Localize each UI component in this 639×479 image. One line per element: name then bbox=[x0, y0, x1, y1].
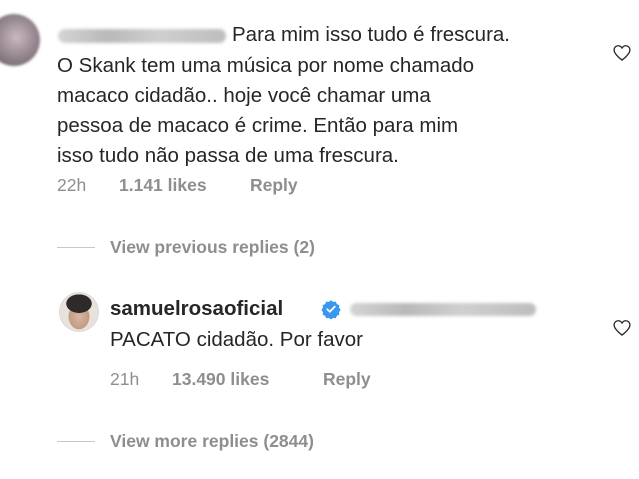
comment-text-line-4: pessoa de macaco é crime. Então para mim bbox=[57, 114, 459, 137]
verified-badge-icon bbox=[321, 300, 341, 319]
reply-likes-count[interactable]: 13.490 likes bbox=[172, 369, 269, 390]
comment-timestamp: 22h bbox=[57, 175, 87, 195]
comment-text-line-1: Para mim isso tudo é frescura. bbox=[232, 23, 510, 46]
comment-text-line-2: O Skank tem uma música por nome chamado bbox=[57, 54, 475, 77]
thread-divider bbox=[57, 247, 95, 248]
view-more-replies-link[interactable]: View more replies (2844) bbox=[110, 431, 314, 452]
comment-text-line-5: isso tudo não passa de uma frescura. bbox=[57, 144, 399, 167]
comment-reply-button[interactable]: Reply bbox=[250, 175, 298, 196]
thread-divider bbox=[57, 441, 95, 442]
reply-text: PACATO cidadão. Por favor bbox=[110, 328, 363, 351]
mentioned-username-redacted[interactable] bbox=[350, 303, 536, 316]
reply-username[interactable]: samuelrosaoficial bbox=[110, 297, 283, 321]
reply-reply-button[interactable]: Reply bbox=[323, 369, 371, 390]
heart-outline-icon[interactable] bbox=[612, 43, 632, 63]
heart-outline-icon[interactable] bbox=[612, 318, 632, 338]
commenter-username-redacted[interactable] bbox=[58, 29, 226, 43]
comment-likes-count[interactable]: 1.141 likes bbox=[119, 175, 207, 196]
reply-timestamp: 21h bbox=[110, 369, 140, 389]
reply-avatar[interactable] bbox=[59, 292, 99, 332]
commenter-avatar[interactable] bbox=[0, 14, 40, 66]
reply-likes-label: 13.490 likes bbox=[172, 369, 270, 389]
comment-text-line-3: macaco cidadão.. hoje você chamar uma bbox=[57, 84, 431, 107]
view-previous-replies-link[interactable]: View previous replies (2) bbox=[110, 237, 315, 258]
comment-likes-label: 1.141 likes bbox=[119, 175, 207, 195]
